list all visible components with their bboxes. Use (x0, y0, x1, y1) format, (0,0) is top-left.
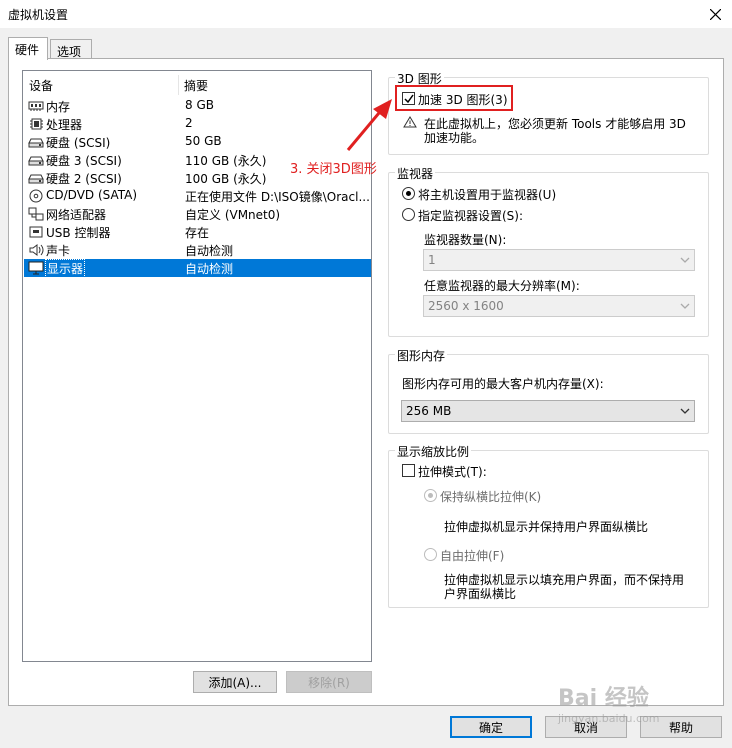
device-row-sound-card[interactable]: 声卡 自动检测 (24, 241, 371, 259)
annotation-highlight-box (395, 85, 513, 111)
device-row-usb-controller[interactable]: USB 控制器 存在 (24, 223, 371, 241)
display-icon (28, 261, 44, 275)
tab-options[interactable]: 选项 (50, 39, 92, 59)
device-row-display[interactable]: 显示器 自动检测 (24, 259, 371, 278)
device-name: 内存 (46, 100, 71, 114)
chevron-down-icon (680, 302, 690, 310)
device-row-cd-dvd[interactable]: CD/DVD (SATA) 正在使用文件 D:\ISO镜像\Oracl... (24, 187, 371, 205)
use-host-monitor-radio[interactable] (402, 187, 415, 200)
watermark-sub: jingyan.baidu.com (558, 712, 660, 725)
device-summary: 存在 (185, 226, 210, 240)
keep-aspect-radio[interactable] (424, 489, 437, 502)
graphics-memory-select[interactable]: 256 MB (401, 400, 695, 422)
monitor-count-select[interactable]: 1 (423, 249, 695, 271)
column-header-summary[interactable]: 摘要 (184, 77, 208, 94)
max-resolution-select[interactable]: 2560 x 1600 (423, 295, 695, 317)
warning-icon (403, 116, 417, 128)
device-name: USB 控制器 (46, 226, 111, 240)
column-separator[interactable] (178, 75, 179, 95)
stretch-mode-checkbox[interactable] (402, 464, 415, 477)
specify-monitor-label[interactable]: 指定监视器设置(S): (418, 207, 523, 224)
free-stretch-radio[interactable] (424, 548, 437, 561)
watermark-main: Bai 经验 (558, 686, 649, 711)
device-summary: 自定义 (VMnet0) (185, 208, 281, 222)
device-name: CD/DVD (SATA) (46, 188, 138, 202)
tab-hardware[interactable]: 硬件 (8, 37, 48, 60)
group-graphics-memory: 图形内存 (388, 347, 709, 434)
device-name: 硬盘 3 (SCSI) (46, 154, 122, 168)
processor-icon (28, 117, 44, 131)
harddisk-icon (28, 153, 44, 167)
harddisk-icon (28, 171, 44, 185)
stretch-mode-label[interactable]: 拉伸模式(T): (418, 463, 487, 480)
monitor-count-label: 监视器数量(N): (424, 233, 507, 247)
device-row-network-adapter[interactable]: 网络适配器 自定义 (VMnet0) (24, 205, 371, 223)
free-stretch-label[interactable]: 自由拉伸(F) (440, 547, 504, 564)
device-row-harddisk-scsi[interactable]: 硬盘 (SCSI) 50 GB (24, 133, 371, 151)
max-resolution-value: 2560 x 1600 (428, 299, 504, 313)
graphics-memory-value: 256 MB (406, 404, 452, 418)
device-row-processor[interactable]: 处理器 2 (24, 115, 371, 133)
keep-aspect-description: 拉伸虚拟机显示并保持用户界面纵横比 (444, 520, 649, 534)
device-name: 显示器 (44, 259, 86, 278)
device-name: 处理器 (46, 118, 83, 132)
device-list-header: 设备 摘要 (23, 75, 371, 95)
close-icon (709, 8, 721, 20)
annotation-text: 3. 关闭3D图形 (290, 162, 377, 177)
free-stretch-description-line2: 户界面纵横比 (444, 587, 517, 601)
keep-aspect-label[interactable]: 保持纵横比拉伸(K) (440, 488, 541, 505)
usb-icon (28, 225, 44, 239)
device-name: 网络适配器 (46, 208, 107, 222)
watermark: Bai 经验 jingyan.baidu.com (558, 680, 708, 728)
warning-text-line2: 加速功能。 (424, 131, 485, 145)
monitor-count-value: 1 (428, 253, 436, 267)
close-button[interactable] (698, 0, 732, 28)
device-row-memory[interactable]: 内存 8 GB (24, 97, 371, 115)
device-name: 硬盘 2 (SCSI) (46, 172, 122, 186)
network-adapter-icon (28, 207, 44, 221)
harddisk-icon (28, 135, 44, 149)
max-resolution-label: 任意监视器的最大分辨率(M): (424, 279, 580, 293)
group-legend: 图形内存 (395, 347, 448, 364)
device-name: 硬盘 (SCSI) (46, 136, 111, 150)
cd-dvd-icon (28, 189, 44, 203)
device-summary: 正在使用文件 D:\ISO镜像\Oracl... (185, 190, 369, 204)
add-button[interactable]: 添加(A)... (193, 671, 277, 693)
group-legend: 显示缩放比例 (395, 443, 472, 460)
column-header-device[interactable]: 设备 (29, 77, 53, 94)
window-title: 虚拟机设置 (8, 8, 69, 22)
remove-button[interactable]: 移除(R) (286, 671, 372, 693)
ok-button[interactable]: 确定 (450, 716, 532, 738)
use-host-monitor-label[interactable]: 将主机设置用于监视器(U) (418, 186, 556, 203)
group-legend: 监视器 (395, 165, 436, 182)
sound-card-icon (28, 243, 44, 257)
title-bar: 虚拟机设置 (0, 0, 732, 28)
graphics-memory-label: 图形内存可用的最大客户机内存量(X): (402, 377, 604, 391)
chevron-down-icon (680, 407, 690, 415)
device-summary: 自动检测 (185, 244, 234, 258)
device-name: 声卡 (46, 244, 71, 258)
memory-icon (28, 99, 44, 113)
specify-monitor-radio[interactable] (402, 208, 415, 221)
chevron-down-icon (680, 256, 690, 264)
annotation-arrow-icon (346, 99, 392, 151)
device-summary: 自动检测 (185, 262, 234, 276)
